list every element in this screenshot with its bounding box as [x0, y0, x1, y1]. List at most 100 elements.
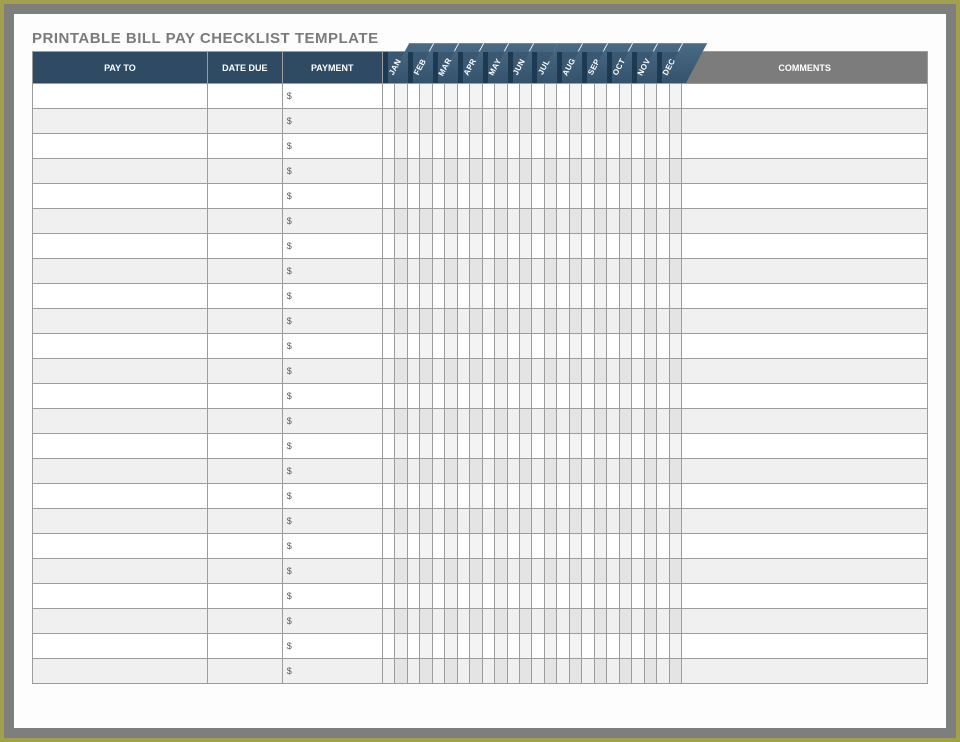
cell-month [395, 434, 407, 459]
cell-month [470, 434, 482, 459]
cell-month [432, 209, 444, 234]
cell-month [382, 434, 394, 459]
cell-month [644, 359, 656, 384]
cell-month [519, 409, 531, 434]
cell-month [482, 384, 494, 409]
cell-month [445, 384, 457, 409]
cell-month [432, 409, 444, 434]
cell-month [382, 184, 394, 209]
cell-date-due [207, 234, 282, 259]
cell-month [569, 309, 581, 334]
cell-month [557, 234, 569, 259]
cell-month [532, 359, 544, 384]
cell-month [495, 134, 507, 159]
cell-month [607, 184, 619, 209]
cell-month [507, 234, 519, 259]
cell-month [519, 459, 531, 484]
cell-month [669, 434, 681, 459]
cell-month [445, 334, 457, 359]
cell-month [420, 659, 432, 684]
cell-pay-to [33, 359, 208, 384]
cell-month [619, 234, 631, 259]
cell-month [544, 409, 556, 434]
cell-month [507, 259, 519, 284]
cell-month [382, 209, 394, 234]
cell-month [657, 184, 669, 209]
cell-month [619, 134, 631, 159]
cell-pay-to [33, 384, 208, 409]
cell-month [619, 159, 631, 184]
cell-pay-to [33, 309, 208, 334]
cell-month [582, 484, 594, 509]
cell-month [669, 584, 681, 609]
cell-month [644, 659, 656, 684]
cell-month [395, 634, 407, 659]
cell-month [619, 259, 631, 284]
cell-date-due [207, 109, 282, 134]
cell-pay-to [33, 84, 208, 109]
cell-month [482, 159, 494, 184]
cell-month [657, 84, 669, 109]
cell-month [395, 534, 407, 559]
cell-month [569, 234, 581, 259]
cell-month [432, 259, 444, 284]
cell-month [495, 334, 507, 359]
cell-month [507, 659, 519, 684]
cell-month [619, 284, 631, 309]
cell-month [619, 84, 631, 109]
cell-month [594, 84, 606, 109]
cell-month [507, 509, 519, 534]
cell-month [445, 84, 457, 109]
cell-month [457, 234, 469, 259]
cell-month [495, 434, 507, 459]
cell-month [569, 559, 581, 584]
cell-month [395, 459, 407, 484]
cell-month [582, 409, 594, 434]
document-page: PRINTABLE BILL PAY CHECKLIST TEMPLATE PA… [14, 14, 946, 728]
cell-month [495, 109, 507, 134]
cell-month [569, 409, 581, 434]
cell-month [507, 634, 519, 659]
cell-month [495, 509, 507, 534]
cell-month [420, 334, 432, 359]
table-row: $ [33, 659, 928, 684]
cell-date-due [207, 634, 282, 659]
cell-month [507, 334, 519, 359]
cell-month [507, 109, 519, 134]
cell-month [519, 134, 531, 159]
cell-month [669, 609, 681, 634]
cell-month [607, 534, 619, 559]
col-header-month-aug: AUG [557, 52, 582, 84]
table-row: $ [33, 384, 928, 409]
cell-month [619, 334, 631, 359]
cell-date-due [207, 184, 282, 209]
cell-month [557, 609, 569, 634]
cell-month [669, 634, 681, 659]
cell-month [382, 284, 394, 309]
cell-month [457, 359, 469, 384]
col-header-month-mar: MAR [432, 52, 457, 84]
cell-month [607, 634, 619, 659]
cell-month [582, 334, 594, 359]
cell-month [669, 134, 681, 159]
cell-payment: $ [282, 409, 382, 434]
cell-month [519, 284, 531, 309]
cell-month [544, 659, 556, 684]
cell-month [395, 334, 407, 359]
cell-payment: $ [282, 509, 382, 534]
cell-month [657, 459, 669, 484]
cell-month [619, 309, 631, 334]
cell-month [407, 634, 419, 659]
cell-payment: $ [282, 309, 382, 334]
cell-month [495, 584, 507, 609]
cell-month [569, 284, 581, 309]
cell-month [470, 134, 482, 159]
cell-month [582, 459, 594, 484]
cell-date-due [207, 284, 282, 309]
cell-comments [682, 184, 928, 209]
cell-month [495, 209, 507, 234]
cell-month [395, 359, 407, 384]
cell-month [470, 659, 482, 684]
cell-month [395, 109, 407, 134]
cell-month [632, 109, 644, 134]
